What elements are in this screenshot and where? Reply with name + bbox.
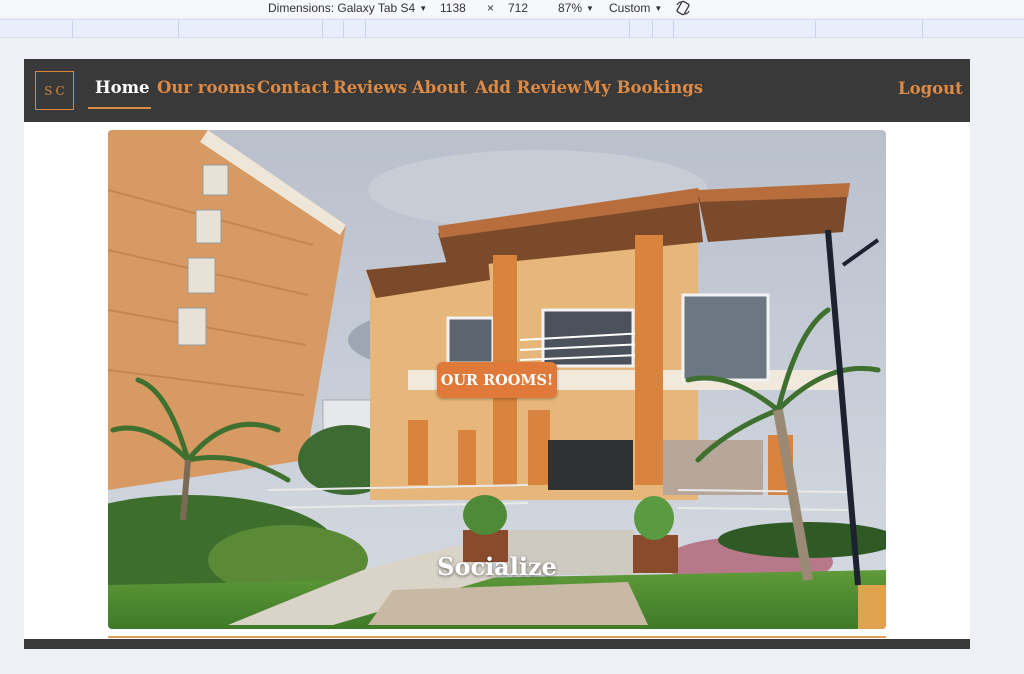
zoom-select[interactable]: 87% ▼ (558, 1, 594, 15)
logout-link[interactable]: Logout (898, 79, 963, 98)
device-select[interactable]: Dimensions: Galaxy Tab S4 ▼ (268, 1, 427, 15)
nav-my-bookings[interactable]: My Bookings (583, 78, 703, 97)
hero-banner: OUR ROOMS! Socialize (108, 130, 886, 629)
page-viewport: SC Home Our rooms Contact Reviews About … (24, 59, 970, 649)
width-input[interactable]: 1138 (440, 1, 466, 15)
height-input[interactable]: 712 (508, 1, 528, 15)
nav-contact[interactable]: Contact (257, 78, 329, 97)
media-query-ruler[interactable] (0, 19, 1024, 38)
our-rooms-button[interactable]: OUR ROOMS! (437, 362, 557, 398)
nav-about[interactable]: About (412, 78, 467, 97)
throttle-select[interactable]: Custom ▼ (609, 1, 662, 15)
site-logo[interactable]: SC (35, 71, 74, 110)
chevron-down-icon: ▼ (419, 4, 428, 13)
section-divider (108, 636, 886, 638)
nav-add-review[interactable]: Add Review (475, 78, 581, 97)
active-underline (88, 107, 151, 109)
nav-our-rooms[interactable]: Our rooms (157, 78, 255, 97)
device-toolbar: Dimensions: Galaxy Tab S4 ▼ 1138 × 712 87… (0, 0, 1024, 17)
chevron-down-icon: ▼ (654, 4, 663, 13)
hero-caption: Socialize (437, 552, 557, 581)
nav-home[interactable]: Home (95, 78, 150, 97)
rotate-icon[interactable] (675, 0, 691, 19)
footer-bar (24, 639, 970, 649)
nav-reviews[interactable]: Reviews (333, 78, 407, 97)
times-separator: × (487, 1, 495, 15)
navbar: SC Home Our rooms Contact Reviews About … (24, 59, 970, 122)
chevron-down-icon: ▼ (586, 4, 594, 13)
